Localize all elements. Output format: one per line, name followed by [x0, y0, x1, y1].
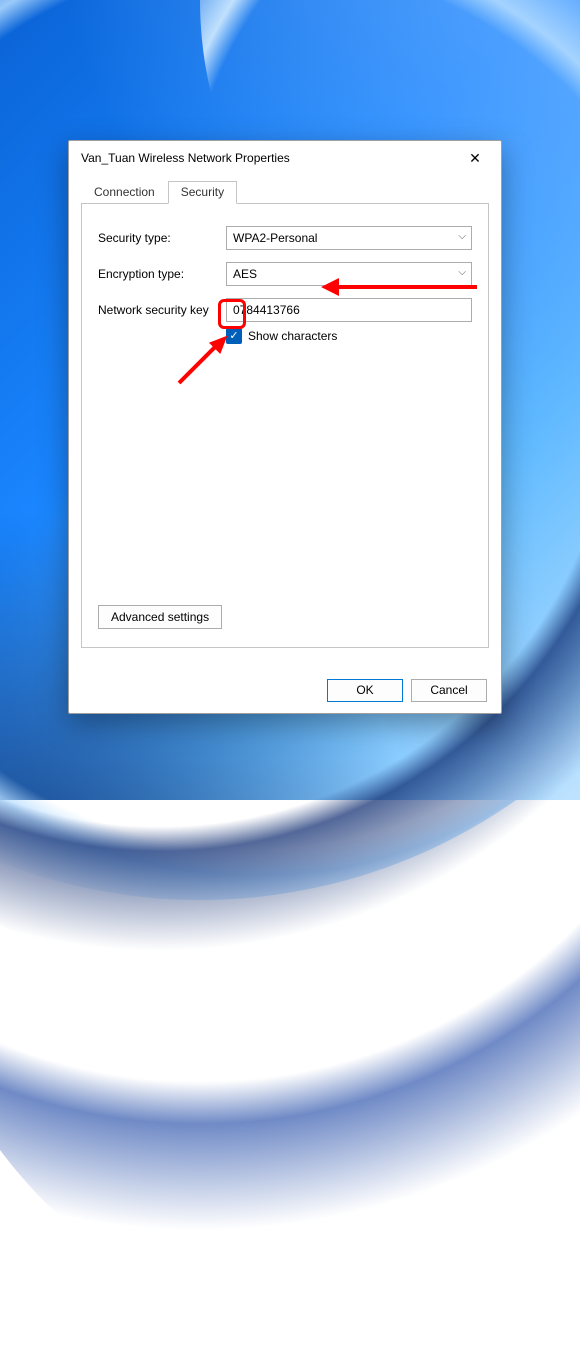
wireless-properties-dialog: Van_Tuan Wireless Network Properties ✕ C…: [68, 140, 502, 714]
label-show-characters: Show characters: [248, 329, 337, 343]
chevron-down-icon: ⌵: [458, 267, 466, 278]
ok-button[interactable]: OK: [327, 679, 403, 702]
row-security-type: Security type: WPA2-Personal ⌵: [98, 226, 472, 250]
tab-strip: Connection Security: [81, 181, 489, 204]
combo-security-type-value: WPA2-Personal: [233, 231, 317, 245]
combo-encryption-type-value: AES: [233, 267, 257, 281]
row-network-key: Network security key 0784413766: [98, 298, 472, 322]
row-encryption-type: Encryption type: AES ⌵: [98, 262, 472, 286]
chevron-down-icon: ⌵: [458, 231, 466, 242]
window-title: Van_Tuan Wireless Network Properties: [81, 151, 457, 165]
close-icon: ✕: [469, 151, 481, 165]
label-encryption-type: Encryption type:: [98, 267, 226, 281]
row-show-characters: ✓ Show characters: [226, 328, 472, 344]
tab-security[interactable]: Security: [168, 181, 237, 204]
tab-connection[interactable]: Connection: [81, 181, 168, 204]
input-network-key-value: 0784413766: [233, 303, 300, 317]
advanced-settings-button[interactable]: Advanced settings: [98, 605, 222, 629]
checkmark-icon: ✓: [229, 331, 238, 342]
input-network-key[interactable]: 0784413766: [226, 298, 472, 322]
tab-page-security: Security type: WPA2-Personal ⌵ Encryptio…: [81, 204, 489, 648]
combo-encryption-type[interactable]: AES ⌵: [226, 262, 472, 286]
close-button[interactable]: ✕: [457, 144, 493, 172]
label-security-type: Security type:: [98, 231, 226, 245]
titlebar: Van_Tuan Wireless Network Properties ✕: [69, 141, 501, 175]
checkbox-show-characters[interactable]: ✓: [226, 328, 242, 344]
dialog-body: Connection Security Security type: WPA2-…: [81, 181, 489, 661]
label-network-key: Network security key: [98, 303, 226, 317]
cancel-button[interactable]: Cancel: [411, 679, 487, 702]
combo-security-type[interactable]: WPA2-Personal ⌵: [226, 226, 472, 250]
dialog-footer: OK Cancel: [69, 667, 501, 713]
